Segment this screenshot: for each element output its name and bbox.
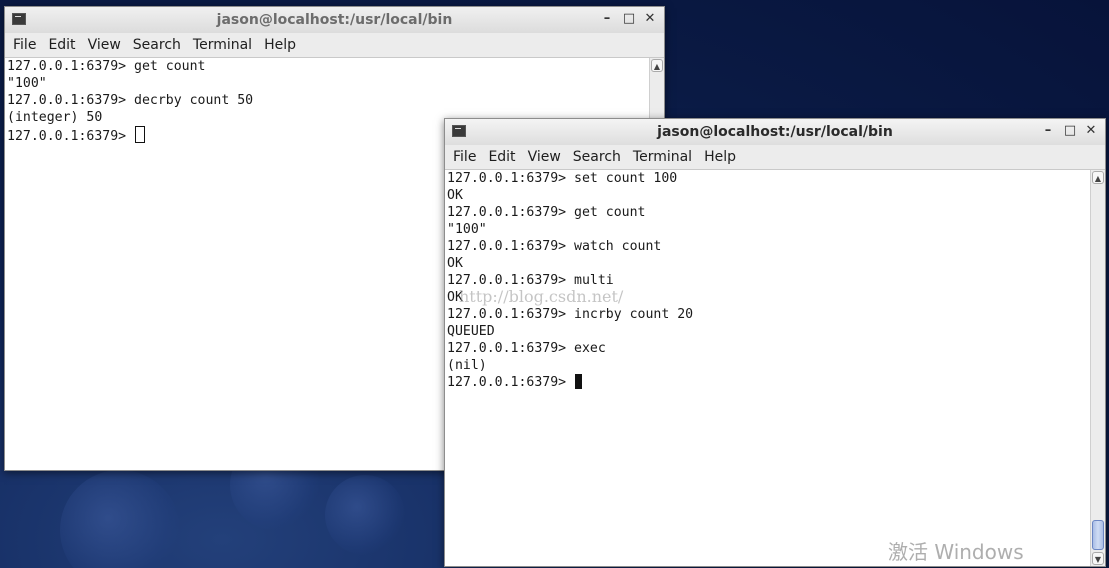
- terminal-line: "100": [7, 76, 47, 91]
- terminal-line: 127.0.0.1:6379> exec: [447, 341, 606, 356]
- title-bar[interactable]: jason@localhost:/usr/local/bin – □ ✕: [445, 119, 1105, 145]
- close-icon[interactable]: ✕: [1083, 123, 1099, 139]
- terminal-line: OK: [447, 290, 463, 305]
- terminal-prompt-line: 127.0.0.1:6379>: [447, 374, 1090, 391]
- minimize-icon[interactable]: –: [1040, 123, 1056, 139]
- title-bar[interactable]: jason@localhost:/usr/local/bin – □ ✕: [5, 7, 664, 33]
- terminal-icon: [452, 125, 466, 137]
- scroll-up-icon[interactable]: ▲: [651, 59, 663, 72]
- terminal-window-right[interactable]: jason@localhost:/usr/local/bin – □ ✕ Fil…: [444, 118, 1106, 567]
- terminal-line: 127.0.0.1:6379> get count: [447, 205, 646, 220]
- terminal-line: 127.0.0.1:6379> incrby count 20: [447, 307, 694, 322]
- menu-help[interactable]: Help: [698, 145, 742, 169]
- terminal-line: (nil): [447, 358, 487, 373]
- prompt-text: 127.0.0.1:6379>: [7, 129, 135, 144]
- menu-bar: File Edit View Search Terminal Help: [5, 33, 664, 58]
- text-cursor: [575, 374, 583, 389]
- menu-terminal[interactable]: Terminal: [187, 33, 258, 57]
- maximize-icon[interactable]: □: [1062, 123, 1078, 139]
- menu-help[interactable]: Help: [258, 33, 302, 57]
- terminal-line: 127.0.0.1:6379> decrby count 50: [7, 93, 254, 108]
- scroll-down-icon[interactable]: ▼: [1092, 552, 1104, 565]
- scrollbar-thumb[interactable]: [1092, 520, 1104, 550]
- menu-edit[interactable]: Edit: [42, 33, 81, 57]
- menu-search[interactable]: Search: [127, 33, 187, 57]
- menu-edit[interactable]: Edit: [482, 145, 521, 169]
- minimize-icon[interactable]: –: [599, 11, 615, 27]
- menu-bar: File Edit View Search Terminal Help: [445, 145, 1105, 170]
- terminal-line: 127.0.0.1:6379> set count 100: [447, 171, 678, 186]
- menu-view[interactable]: View: [522, 145, 567, 169]
- terminal-line: 127.0.0.1:6379> get count: [7, 59, 206, 74]
- terminal-line: OK: [447, 256, 463, 271]
- vertical-scrollbar[interactable]: ▲ ▼: [1090, 170, 1105, 566]
- menu-file[interactable]: File: [7, 33, 42, 57]
- desktop-bubble: [60, 470, 180, 568]
- terminal-line: QUEUED: [447, 324, 495, 339]
- activation-notice: 激活 Windows: [888, 540, 1024, 564]
- prompt-text: 127.0.0.1:6379>: [447, 375, 575, 390]
- scroll-up-icon[interactable]: ▲: [1092, 171, 1104, 184]
- window-title: jason@localhost:/usr/local/bin: [657, 124, 893, 140]
- window-title: jason@localhost:/usr/local/bin: [216, 12, 453, 28]
- close-icon[interactable]: ✕: [642, 11, 658, 27]
- terminal-output[interactable]: 127.0.0.1:6379> set count 100 OK 127.0.0…: [445, 170, 1090, 566]
- menu-search[interactable]: Search: [567, 145, 627, 169]
- terminal-line: 127.0.0.1:6379> watch count: [447, 239, 662, 254]
- terminal-line: OK: [447, 188, 463, 203]
- menu-terminal[interactable]: Terminal: [627, 145, 698, 169]
- terminal-icon: [12, 13, 26, 25]
- terminal-line: 127.0.0.1:6379> multi: [447, 273, 614, 288]
- maximize-icon[interactable]: □: [621, 11, 637, 27]
- menu-view[interactable]: View: [82, 33, 127, 57]
- menu-file[interactable]: File: [447, 145, 482, 169]
- desktop-bubble: [325, 475, 405, 555]
- text-cursor: [135, 126, 146, 143]
- terminal-line: "100": [447, 222, 487, 237]
